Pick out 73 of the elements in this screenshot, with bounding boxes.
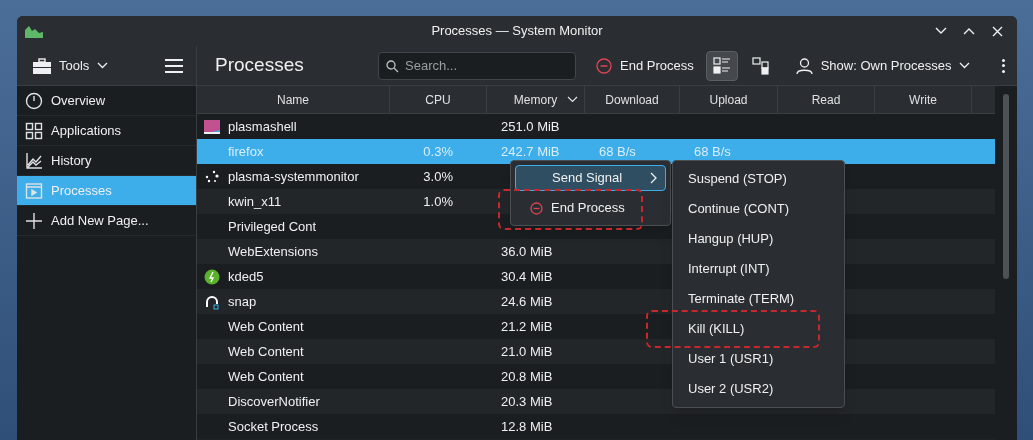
end-process-button[interactable]: End Process	[592, 51, 698, 80]
table-cell-text: 68 B/s	[599, 142, 636, 161]
app-icon	[204, 118, 220, 135]
user-icon	[795, 56, 813, 75]
table-cell-text: DiscoverNotifier	[228, 392, 320, 411]
chevron-down-icon	[935, 27, 947, 35]
sidebar-item[interactable]: Overview	[17, 86, 196, 116]
table-cell-text: 0.3%	[423, 142, 453, 161]
table-cell-text: firefox	[228, 142, 264, 161]
table-cell-text: 21.0 MiB	[501, 342, 553, 361]
table-row[interactable]: Socket Process 12.8 MiB	[197, 414, 995, 439]
app-logo-icon	[25, 24, 43, 38]
close-icon	[991, 25, 1003, 37]
tools-button[interactable]: Tools	[29, 50, 113, 81]
menu-icon	[165, 58, 183, 73]
table-cell-text: 30.4 MiB	[501, 267, 553, 286]
chevron-down-icon	[97, 62, 109, 69]
column-header[interactable]: Upload	[680, 86, 778, 113]
tree-view-icon	[751, 56, 770, 75]
window-title: Processes — System Monitor	[431, 22, 603, 41]
search-icon	[386, 59, 399, 73]
table-cell-text: 20.3 MiB	[501, 392, 553, 411]
table-cell-text: snap	[228, 292, 257, 311]
table-cell-text: 21.2 MiB	[501, 317, 553, 336]
sidebar-item[interactable]: Applications	[17, 116, 196, 146]
sidebar-item[interactable]: Add New Page...	[17, 206, 196, 236]
table-cell-text: WebExtensions	[228, 242, 319, 261]
menu-item[interactable]: Send Signal	[515, 165, 666, 191]
table-cell-text: Socket Process	[228, 417, 319, 436]
list-view-icon	[712, 56, 731, 75]
chart-icon	[25, 151, 43, 170]
filter-dropdown[interactable]: Show: Own Processes	[791, 51, 975, 80]
chevron-up-icon	[963, 27, 975, 35]
table-row[interactable]: plasmashell 251.0 MiB	[197, 114, 995, 139]
table-cell-text: 20.8 MiB	[501, 367, 553, 386]
table-cell-text: plasma-systemmonitor	[228, 167, 359, 186]
table-cell-text: 3.0%	[423, 167, 453, 186]
gauge-icon	[25, 91, 43, 110]
table-cell-text: plasmashell	[228, 117, 297, 136]
magnet-icon	[204, 293, 220, 310]
table-cell-text: Web Content	[228, 317, 304, 336]
column-header[interactable]: CPU	[390, 86, 487, 113]
stop-icon	[530, 201, 543, 215]
window-icon	[25, 181, 43, 200]
table-cell-text: kwin_x11	[228, 192, 282, 211]
chevron-down-icon	[959, 62, 971, 69]
column-header[interactable]: Name	[197, 86, 390, 113]
dots-icon	[204, 168, 220, 185]
grid-icon	[25, 121, 43, 140]
table-cell-text: 36.0 MiB	[501, 242, 553, 261]
toolbox-icon	[33, 57, 51, 74]
column-header[interactable]: Memory	[487, 86, 585, 113]
table-cell-text: Web Content	[228, 342, 304, 361]
table-cell-text: kded5	[228, 267, 264, 286]
table-cell-text: 24.6 MiB	[501, 292, 553, 311]
chevron-right-icon	[650, 172, 657, 184]
column-header[interactable]: Read	[778, 86, 875, 113]
list-view-button[interactable]	[705, 50, 738, 81]
table-cell-text: 68 B/s	[694, 142, 731, 161]
table-cell-text: 12.8 MiB	[501, 417, 553, 436]
plus-icon	[25, 211, 43, 230]
table-cell-text: Web Content	[228, 367, 304, 386]
page-title: Processes	[215, 53, 305, 78]
power-icon	[204, 268, 220, 285]
table-cell-text: Privileged Cont	[228, 217, 317, 236]
table-cell-text: 251.0 MiB	[501, 117, 560, 136]
column-header[interactable]: Write	[875, 86, 972, 113]
table-cell-text: 1.0%	[423, 192, 453, 211]
scrollbar[interactable]	[1003, 94, 1009, 279]
column-header[interactable]: Download	[585, 86, 680, 113]
search-field[interactable]: Search...	[378, 51, 576, 80]
table-cell-text: 242.7 MiB	[501, 142, 560, 161]
stop-icon	[596, 57, 612, 74]
